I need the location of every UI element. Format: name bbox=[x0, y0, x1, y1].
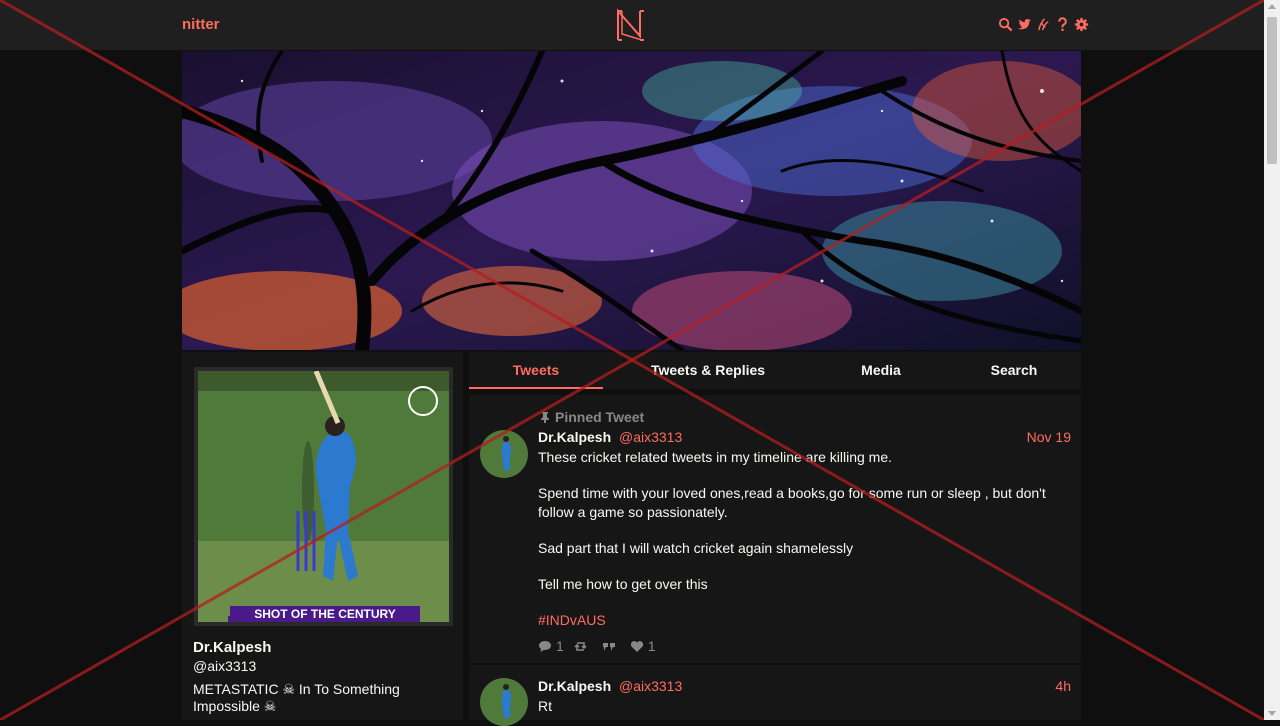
tweet-fullname[interactable]: Dr.Kalpesh bbox=[538, 429, 611, 445]
tweet-hashtag[interactable]: #INDvAUS bbox=[538, 612, 606, 628]
tweet-avatar[interactable] bbox=[480, 678, 528, 726]
tweet-item[interactable]: Dr.Kalpesh @aix3313 4h Rt bbox=[469, 665, 1081, 726]
tweet-username[interactable]: @aix3313 bbox=[619, 429, 682, 445]
tweet-paragraph: Sad part that I will watch cricket again… bbox=[538, 540, 854, 556]
tab-media[interactable]: Media bbox=[819, 352, 943, 389]
search-icon[interactable] bbox=[998, 16, 1013, 32]
timeline: Pinned Tweet Dr.Kalpesh @aix3313 Nov 19 … bbox=[469, 395, 1081, 726]
top-navbar: nitter bbox=[0, 0, 1264, 50]
retweets-stat[interactable] bbox=[574, 640, 592, 653]
tab-tweets[interactable]: Tweets bbox=[469, 352, 603, 389]
quotes-stat[interactable] bbox=[602, 640, 620, 653]
tweet-date[interactable]: Nov 19 bbox=[1027, 429, 1071, 445]
twitter-icon[interactable] bbox=[1017, 16, 1032, 32]
quote-icon bbox=[602, 642, 615, 651]
tweet-date[interactable]: 4h bbox=[1055, 678, 1071, 694]
tweet-fullname[interactable]: Dr.Kalpesh bbox=[538, 678, 611, 694]
rss-icon[interactable] bbox=[1036, 16, 1051, 32]
tweet-paragraph: These cricket related tweets in my timel… bbox=[538, 449, 893, 465]
nav-icon-group bbox=[998, 16, 1089, 32]
scroll-up-arrow-icon[interactable] bbox=[1268, 4, 1276, 9]
tweet-content: Rt bbox=[538, 698, 552, 714]
profile-tabs: Tweets Tweets & Replies Media Search bbox=[469, 352, 1081, 389]
profile-banner-image[interactable] bbox=[182, 51, 1081, 350]
tweet-paragraph: Spend time with your loved ones,read a b… bbox=[538, 485, 1046, 520]
nav-brand-link[interactable]: nitter bbox=[182, 16, 220, 33]
likes-count: 1 bbox=[647, 638, 656, 654]
replies-stat[interactable]: 1 bbox=[538, 638, 564, 654]
tab-search[interactable]: Search bbox=[953, 352, 1075, 389]
avatar-caption: SHOT OF THE CENTURY bbox=[230, 606, 420, 622]
tweet-content: These cricket related tweets in my timel… bbox=[538, 448, 1058, 647]
profile-fullname[interactable]: Dr.Kalpesh bbox=[193, 639, 271, 656]
retweet-icon bbox=[574, 641, 587, 651]
tweet-avatar[interactable] bbox=[480, 430, 528, 478]
profile-username[interactable]: @aix3313 bbox=[193, 658, 256, 674]
scroll-down-arrow-icon[interactable] bbox=[1268, 711, 1276, 716]
replies-count: 1 bbox=[556, 638, 564, 654]
comment-icon bbox=[539, 640, 551, 652]
tab-tweets-replies[interactable]: Tweets & Replies bbox=[623, 352, 793, 389]
help-icon[interactable] bbox=[1055, 16, 1070, 32]
likes-stat[interactable]: 1 bbox=[630, 638, 656, 654]
page-scrollbar[interactable] bbox=[1264, 0, 1280, 720]
profile-bio: METASTATIC ☠ In To Something Impossible … bbox=[193, 681, 400, 714]
profile-avatar[interactable]: SHOT OF THE CENTURY bbox=[194, 367, 453, 626]
tweet-stats: 1 1 bbox=[538, 638, 656, 654]
pinned-text: Pinned Tweet bbox=[555, 409, 645, 425]
tweet-paragraph: Tell me how to get over this bbox=[538, 576, 708, 592]
scroll-thumb[interactable] bbox=[1267, 17, 1277, 164]
pinned-label: Pinned Tweet bbox=[539, 409, 644, 425]
tweet-username[interactable]: @aix3313 bbox=[619, 678, 682, 694]
pin-icon bbox=[541, 412, 549, 423]
gear-icon[interactable] bbox=[1074, 16, 1089, 32]
nitter-logo-icon[interactable] bbox=[614, 8, 648, 42]
profile-avatar-image: SHOT OF THE CENTURY bbox=[198, 371, 449, 622]
heart-icon bbox=[630, 640, 643, 652]
tweet-item[interactable]: Pinned Tweet Dr.Kalpesh @aix3313 Nov 19 … bbox=[469, 395, 1081, 663]
profile-card: SHOT OF THE CENTURY Dr.Kalpesh @aix3313 … bbox=[182, 352, 463, 720]
